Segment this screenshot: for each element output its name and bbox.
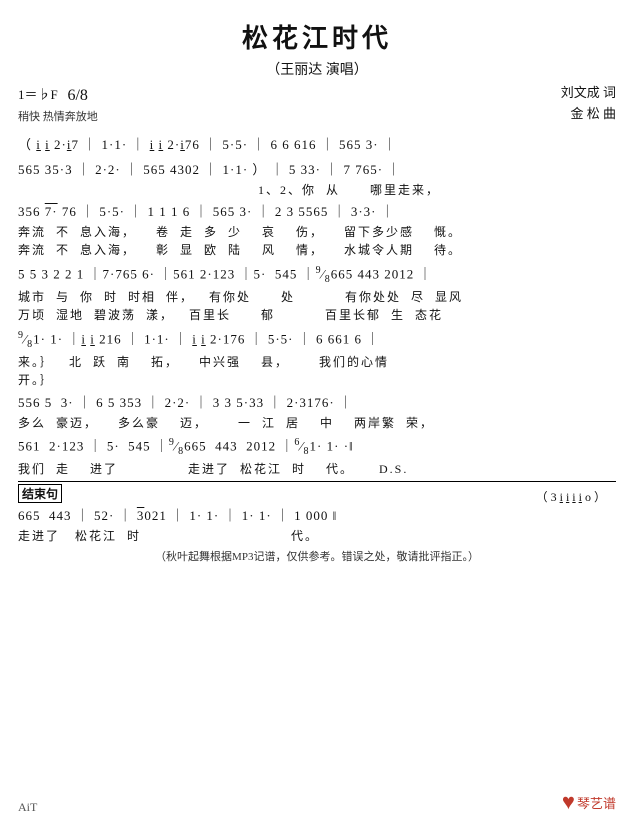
lyrics-line1: 奔流 不 息入海， 卷 走 多 少 哀 伤， 留下多少感 慨。	[18, 223, 616, 240]
logo-heart-icon: ♥	[562, 789, 575, 815]
tempo-marking: 稍快 热情奔放地	[18, 109, 98, 127]
lyrics-line1: 来。｝ 北 跃 南 拓， 中兴强 县， 我们的心情	[18, 353, 616, 370]
section-label: 结束句	[18, 484, 62, 503]
logo-text: 琴艺谱	[577, 793, 616, 812]
lyrics-line2: 奔流 不 息入海， 彰 显 欧 陆 风 情， 水城令人期 待。	[18, 241, 616, 258]
watermark: AiT	[18, 800, 37, 815]
music-content: （ i i 2·i7 ｜ 1·1· ｜ i i 2·i76 ｜ 5·5· ｜ 6…	[18, 134, 616, 564]
page-title: 松花江时代	[18, 18, 616, 55]
composer: 金 松 曲	[561, 104, 616, 125]
music-line: 556 5 3· ｜ 6 5 353 ｜ 2·2· ｜ 3 3 5·33 ｜ 2…	[18, 392, 616, 414]
subtitle: （王丽达 演唱）	[18, 59, 616, 79]
footer-note: （秋叶起舞根据MP3记谱，仅供参考。错误之处，敬请批评指正。）	[18, 548, 616, 564]
lyrics-line2: 万顷 湿地 碧波荡 漾， 百里长 郁 百里长郁 生 态花	[18, 306, 616, 323]
music-line: 561 2·123 ｜ 5· 545 ｜9⁄8665 443 2012 ｜6⁄8…	[18, 434, 616, 460]
music-line: 9⁄81· 1· ｜i i 216 ｜ 1·1· ｜ i i 2·176 ｜ 5…	[18, 327, 616, 353]
ending-bracket: （ 3 i i i i o ）	[62, 488, 616, 505]
music-line: 665 443 ｜ 52· ｜ 3021 ｜ 1· 1· ｜ 1· 1· ｜ 1…	[18, 505, 616, 527]
music-line: 356 7· 76 ｜ 5·5· ｜ 1 1 1 6 ｜ 565 3· ｜ 2 …	[18, 201, 616, 223]
music-line: 5 5 3 2 2 1 ｜7·765 6· ｜561 2·123 ｜5· 545…	[18, 262, 616, 288]
lyrics-line1: 多么 豪迈， 多么豪 迈， 一 江 居 中 两岸繁 荣，	[18, 414, 616, 431]
music-line: （ i i 2·i7 ｜ 1·1· ｜ i i 2·i76 ｜ 5·5· ｜ 6…	[18, 134, 616, 156]
lyrics-line1: 城市 与 你 时 时相 伴， 有你处 处 有你处处 尽 显风	[18, 288, 616, 305]
music-line: 565 35·3 ｜ 2·2· ｜ 565 4302 ｜ 1·1· ） ｜ 5 …	[18, 159, 616, 181]
lyrics-line: 1、2、你 从 哪里走来，	[18, 181, 616, 198]
lyrics-line2: 开。｝	[18, 371, 616, 388]
logo-area: ♥ 琴艺谱	[562, 789, 616, 815]
lyricist: 刘文成 词	[561, 83, 616, 104]
key-signature: 1＝♭F 6/8	[18, 83, 98, 109]
lyrics-line1: 走进了 松花江 时 代。	[18, 527, 616, 544]
lyrics-line1: 我们 走 进了 走进了 松花江 时 代。 D.S.	[18, 460, 616, 477]
